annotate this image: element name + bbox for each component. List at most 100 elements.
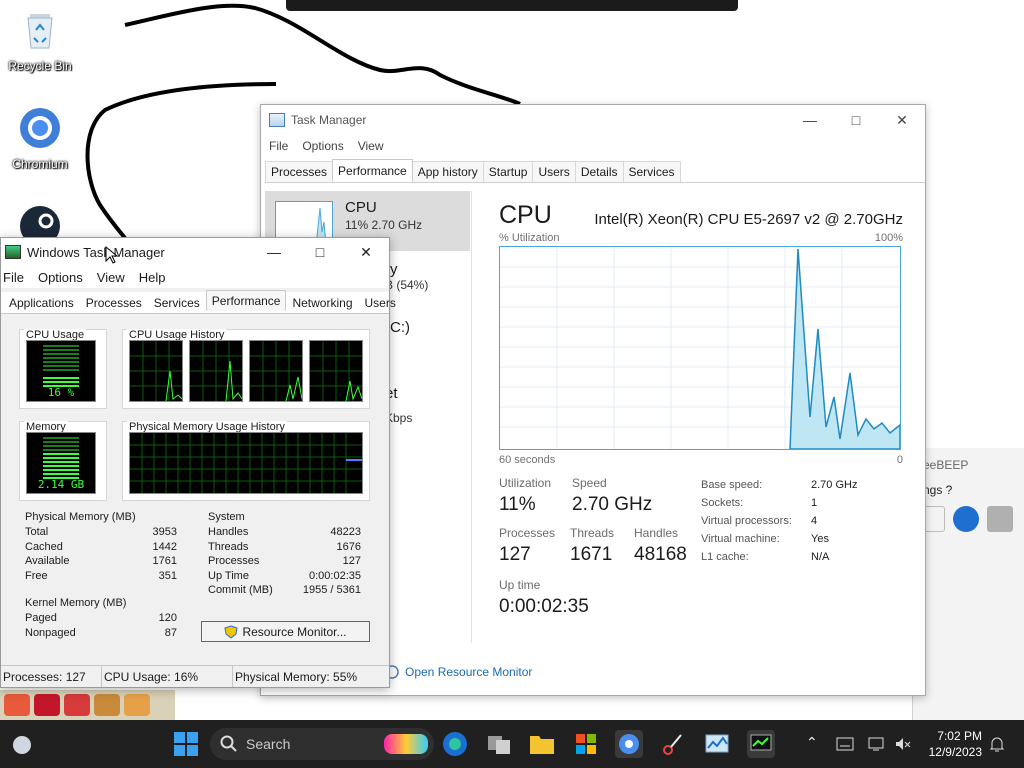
desktop-icon-recycle-bin[interactable]: Recycle Bin [4, 8, 76, 73]
threads-value: 1671 [570, 544, 613, 565]
open-resource-monitor-link[interactable]: Open Resource Monitor [385, 665, 532, 679]
desktop-icon-chromium[interactable]: Chromium [4, 106, 76, 171]
microsoft-store-icon[interactable] [572, 730, 600, 758]
row-key: Cached [25, 540, 63, 553]
menu-bar: File Options View Help [1, 266, 389, 288]
row-key: Available [25, 555, 70, 567]
tab-networking[interactable]: Networking [286, 292, 358, 313]
top-bar [286, 0, 738, 11]
tab-app-history[interactable]: App history [411, 161, 484, 182]
tab-performance[interactable]: Performance [332, 159, 413, 180]
resource-monitor-taskbar-icon[interactable] [703, 730, 731, 758]
weather-icon[interactable] [8, 730, 36, 758]
title-bar[interactable]: Windows Task Manager — □ ✕ [1, 238, 389, 266]
spec-value: 4 [811, 515, 818, 527]
cpu-core-graph [189, 340, 243, 402]
memory-value: 2.14 GB [37, 478, 85, 491]
background-window[interactable]: eeBEEP ngs ? [912, 448, 1024, 720]
uptime-label: Up time [499, 578, 541, 592]
menu-file[interactable]: File [269, 139, 288, 153]
search-placeholder: Search [246, 736, 291, 752]
printer-icon[interactable] [987, 506, 1013, 532]
network-icon[interactable] [868, 735, 886, 753]
notification-bell-icon[interactable] [988, 735, 1006, 753]
cpu-panel: CPU Intel(R) Xeon(R) CPU E5-2697 v2 @ 2.… [499, 201, 903, 626]
chromium-icon [20, 108, 60, 148]
close-button[interactable]: ✕ [879, 105, 925, 135]
menu-file[interactable]: File [3, 270, 24, 285]
utilization-label: Utilization [499, 476, 552, 490]
cherries-icon [34, 694, 60, 716]
wifi-icon[interactable] [953, 506, 979, 532]
row-value: 1676 [336, 540, 361, 553]
tab-applications[interactable]: Applications [3, 292, 80, 313]
menu-view[interactable]: View [97, 270, 125, 285]
row-value: 1442 [152, 540, 177, 553]
burger-icon [94, 694, 120, 716]
sidebar-item-sub: B (54%) [385, 278, 429, 292]
maximize-button[interactable]: □ [297, 238, 343, 266]
tab-processes[interactable]: Processes [265, 161, 334, 182]
edge-preview-icon[interactable] [441, 730, 469, 758]
taskbar-clock[interactable]: 7:02 PM 12/9/2023 [929, 728, 982, 760]
close-button[interactable]: ✕ [343, 238, 389, 266]
tab-strip: Applications Processes Services Performa… [1, 290, 396, 314]
menu-view[interactable]: View [358, 139, 384, 153]
keyboard-icon[interactable] [836, 737, 854, 751]
row-value: 0:00:02:35 [309, 569, 361, 582]
windows-task-manager-window[interactable]: Windows Task Manager — □ ✕ File Options … [0, 237, 396, 688]
cpu-core-graph [249, 340, 303, 402]
maximize-button[interactable]: □ [833, 105, 879, 135]
chromium-taskbar-icon[interactable] [615, 730, 643, 758]
pizza-icon [124, 694, 150, 716]
status-memory: Physical Memory: 55% [235, 670, 358, 684]
tab-services[interactable]: Services [148, 292, 206, 313]
physical-memory-table: Physical Memory (MB) Total 3953 Cached 144… [25, 511, 177, 584]
status-processes: Processes: 127 [1, 666, 102, 687]
tab-users[interactable]: Users [532, 161, 576, 182]
row-value: 3953 [152, 526, 177, 538]
row-value: 1955 / 5361 [302, 584, 361, 596]
task-view-icon[interactable] [485, 730, 513, 758]
sidebar-item-sub: 11% 2.70 GHz [345, 218, 423, 232]
row-key: Up Time [208, 569, 249, 582]
start-button-icon[interactable] [172, 730, 200, 758]
row-key: Handles [208, 526, 249, 538]
task-manager-taskbar-icon[interactable] [747, 730, 775, 758]
search-highlight-icon [384, 734, 428, 754]
tab-processes[interactable]: Processes [80, 292, 148, 313]
cpu-utilization-graph [499, 246, 901, 450]
minimize-button[interactable]: — [251, 238, 297, 266]
recycle-bin-icon [27, 14, 53, 49]
row-key: Free [25, 569, 48, 582]
tab-performance[interactable]: Performance [205, 290, 287, 311]
spec-key: Virtual processors: [701, 515, 792, 527]
spec-value: 2.70 GHz [811, 479, 858, 491]
cpu-core-graph [129, 340, 183, 402]
minimize-button[interactable]: — [787, 105, 833, 135]
menu-options[interactable]: Options [302, 139, 343, 153]
tab-strip: Processes Performance App history Startu… [265, 159, 925, 183]
task-manager-icon [269, 113, 285, 127]
tab-services[interactable]: Services [622, 161, 681, 182]
tab-startup[interactable]: Startup [482, 161, 534, 182]
title-bar[interactable]: Task Manager — □ ✕ [261, 105, 925, 135]
volume-muted-icon[interactable] [894, 735, 912, 753]
taskbar-search-box[interactable]: Search [210, 728, 434, 760]
chevron-up-icon[interactable]: ⌃ [806, 734, 818, 751]
clock-time: 7:02 PM [937, 729, 982, 743]
taskbar: Search ⌃ 7:02 PM 12/9/2023 [0, 720, 1024, 768]
row-value: 48223 [330, 526, 361, 538]
menu-help[interactable]: Help [139, 270, 166, 285]
uptime-value: 0:00:02:35 [499, 596, 589, 617]
tab-users[interactable]: Users [359, 292, 402, 313]
menu-options[interactable]: Options [38, 270, 83, 285]
search-icon [220, 735, 237, 752]
tab-details[interactable]: Details [574, 161, 624, 182]
handles-label: Handles [634, 526, 679, 540]
max-axis-label: 100% [874, 232, 903, 244]
memory-history-group: Physical Memory Usage History [122, 421, 370, 501]
file-explorer-icon[interactable] [528, 730, 556, 758]
snipping-tool-icon[interactable] [659, 730, 687, 758]
resource-monitor-button[interactable]: Resource Monitor... [201, 621, 370, 642]
